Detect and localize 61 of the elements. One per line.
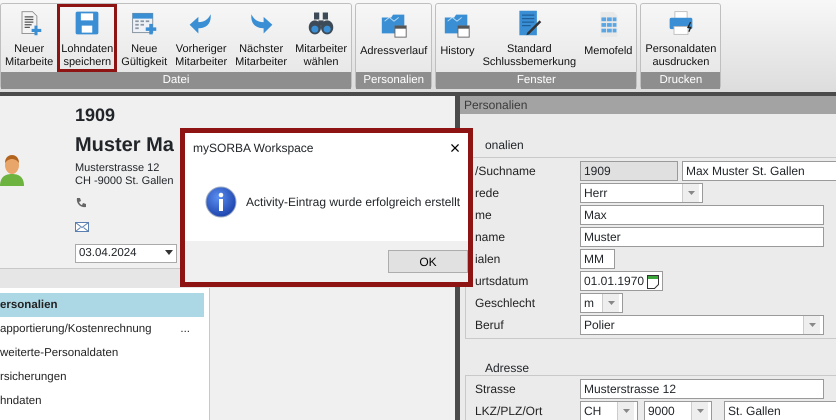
field-label: rede	[475, 186, 500, 200]
person-avatar-icon	[0, 154, 24, 186]
text-field[interactable]: St. Gallen	[724, 401, 836, 420]
ribbon-button[interactable]: Nächster Mitarbeiter	[231, 4, 292, 72]
section-title: Adresse	[485, 361, 530, 375]
nav-item[interactable]: rsicherungen	[0, 365, 204, 389]
field-label: name	[475, 230, 506, 244]
ribbon-button[interactable]: Neue Gültigkeit	[117, 4, 172, 72]
dropdown-field[interactable]: m	[580, 293, 623, 313]
text-field[interactable]: Max	[580, 205, 824, 225]
panel-header: Personalien	[460, 96, 836, 114]
dropdown-arrow-icon[interactable]	[165, 250, 173, 256]
ribbon-button[interactable]: Memofeld	[580, 4, 636, 72]
dropdown-field[interactable]: CH	[580, 401, 638, 420]
info-icon	[205, 186, 237, 218]
ribbon-group-label: Fenster	[436, 72, 636, 89]
field-label: urtsdatum	[475, 274, 528, 288]
calendar-icon[interactable]	[647, 274, 659, 289]
nav-item[interactable]: hndaten	[0, 389, 204, 413]
ribbon-button[interactable]: History	[436, 4, 479, 72]
field-label: me	[475, 208, 492, 222]
dialog-title: mySORBA Workspace	[193, 140, 314, 157]
mail-icon	[75, 222, 89, 232]
field-label: ialen	[475, 252, 500, 266]
field-label: /Suchname	[475, 164, 536, 178]
phone-icon	[75, 197, 87, 209]
date-field[interactable]: 01.01.1970	[580, 271, 663, 291]
field-label: Strasse	[475, 382, 516, 396]
readonly-field[interactable]: 1909	[580, 161, 678, 181]
employee-number: 1909	[75, 104, 116, 126]
nav-item[interactable]: ersonalien	[0, 293, 204, 317]
nav-item[interactable]: apportierung/Kostenrechnung ...	[0, 317, 204, 341]
ok-button[interactable]: OK	[388, 250, 468, 273]
field-label: Geschlecht	[475, 296, 536, 310]
nav-item[interactable]: weiterte-Personaldaten	[0, 341, 204, 365]
ribbon-button[interactable]: Adressverlauf	[356, 4, 432, 72]
ribbon-button[interactable]: Vorheriger Mitarbeiter	[171, 4, 232, 72]
ribbon-button[interactable]: Neuer Mitarbeite	[1, 4, 58, 72]
dropdown-field[interactable]: 9000	[644, 401, 712, 420]
field-label: LKZ/PLZ/Ort	[475, 404, 542, 418]
ribbon-group-label: Personalien	[356, 72, 432, 89]
dropdown-field[interactable]: Herr	[580, 183, 703, 203]
field-label: Beruf	[475, 318, 504, 332]
dropdown-field[interactable]: Polier	[580, 315, 824, 335]
text-field[interactable]: Musterstrasse 12	[580, 379, 824, 399]
close-button[interactable]: ×	[442, 138, 468, 158]
text-field[interactable]: Max Muster St. Gallen	[682, 161, 836, 181]
ribbon-group-label: Drucken	[641, 72, 720, 89]
address-line: Musterstrasse 12	[75, 162, 160, 175]
ribbon-button[interactable]: Mitarbeiter wählen	[291, 4, 352, 72]
ribbon-button[interactable]: Standard Schlussbemerkung	[478, 4, 580, 72]
employee-name: Muster Ma	[75, 133, 175, 158]
text-field[interactable]: MM	[580, 249, 615, 269]
text-field[interactable]: Muster	[580, 227, 824, 247]
date-dropdown[interactable]: 03.04.2024	[75, 244, 177, 263]
address-line: CH -9000 St. Gallen	[75, 175, 174, 188]
dialog-message: Activity-Eintrag wurde erfolgreich erstellt	[246, 194, 460, 211]
ribbon-button[interactable]: Personaldaten ausdrucken	[641, 4, 720, 72]
date-value: 03.04.2024	[79, 246, 137, 261]
ribbon-group-label: Datei	[1, 72, 352, 89]
section-title: onalien	[485, 138, 524, 152]
